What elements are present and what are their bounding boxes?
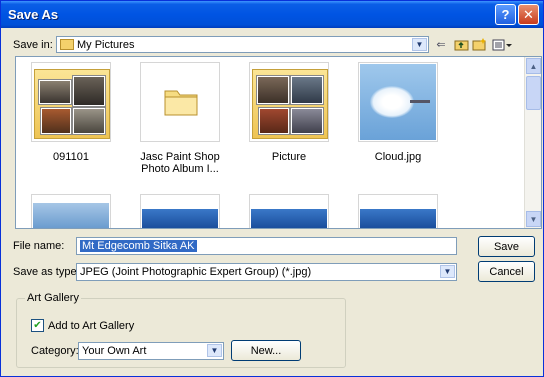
new-category-button[interactable]: New...	[231, 340, 301, 361]
save-as-type-dropdown[interactable]: JPEG (Joint Photographic Expert Group) (…	[76, 263, 457, 281]
save-as-type-value: JPEG (Joint Photographic Expert Group) (…	[80, 266, 312, 278]
views-menu-icon[interactable]	[491, 37, 513, 52]
checkmark-icon: ✔	[33, 320, 42, 331]
cancel-button[interactable]: Cancel	[478, 261, 535, 282]
file-thumbnail[interactable]	[31, 194, 111, 228]
help-button[interactable]: ?	[495, 4, 516, 25]
title-bar[interactable]: Save As ? ✕	[1, 1, 543, 28]
file-name-input[interactable]: Mt Edgecomb Sitka AK	[76, 237, 457, 255]
back-arrow-icon[interactable]: ⇐	[433, 37, 449, 52]
file-name-field-label: File name:	[13, 240, 65, 252]
up-folder-icon[interactable]	[453, 37, 469, 52]
chevron-down-icon[interactable]: ▼	[207, 344, 222, 357]
save-in-dropdown[interactable]: My Pictures ▼	[56, 36, 429, 53]
add-to-art-gallery-checkbox[interactable]: ✔	[31, 319, 44, 332]
scroll-up-icon[interactable]: ▲	[526, 58, 541, 74]
close-button[interactable]: ✕	[518, 4, 539, 25]
folder-icon	[164, 90, 198, 116]
chevron-down-icon[interactable]: ▼	[412, 38, 427, 51]
add-to-art-gallery-label[interactable]: Add to Art Gallery	[48, 320, 134, 332]
folder-icon	[34, 69, 110, 139]
save-as-dialog: Save As ? ✕ Save in: My Pictures ▼ ⇐ 091…	[0, 0, 544, 377]
file-name-label: 091101	[53, 151, 89, 163]
cloud-photo	[360, 64, 436, 140]
save-in-value: My Pictures	[77, 39, 135, 51]
file-thumbnail[interactable]	[358, 62, 438, 142]
art-gallery-legend: Art Gallery	[25, 292, 81, 304]
category-label: Category:	[31, 345, 79, 357]
scroll-thumb[interactable]	[526, 76, 541, 110]
new-folder-icon[interactable]	[471, 37, 487, 52]
save-as-type-label: Save as type:	[13, 266, 80, 278]
file-name-label: Cloud.jpg	[374, 151, 422, 163]
file-name-value: Mt Edgecomb Sitka AK	[80, 240, 197, 252]
window-title: Save As	[8, 7, 59, 22]
vertical-scrollbar[interactable]: ▲ ▼	[524, 57, 541, 228]
file-name-label: Jasc Paint Shop Photo Album I...	[140, 151, 220, 175]
help-icon: ?	[501, 7, 510, 22]
file-thumbnail[interactable]	[31, 62, 111, 142]
category-value: Your Own Art	[82, 345, 147, 357]
chevron-down-icon[interactable]: ▼	[440, 265, 455, 278]
file-thumbnail[interactable]	[249, 62, 329, 142]
file-thumbnail[interactable]	[140, 62, 220, 142]
save-button[interactable]: Save	[478, 236, 535, 257]
save-in-label: Save in:	[13, 39, 53, 51]
close-icon: ✕	[523, 6, 534, 22]
folder-icon	[252, 69, 328, 139]
file-list-view[interactable]: 091101 Jasc Paint Shop Photo Album I... …	[15, 56, 542, 229]
my-pictures-folder-icon	[60, 39, 74, 50]
scroll-down-icon[interactable]: ▼	[526, 211, 541, 227]
file-thumbnail[interactable]	[140, 194, 220, 228]
file-thumbnail[interactable]	[358, 194, 438, 228]
file-name-label: Picture	[271, 151, 307, 163]
file-thumbnail[interactable]	[249, 194, 329, 228]
category-dropdown[interactable]: Your Own Art ▼	[78, 342, 224, 360]
